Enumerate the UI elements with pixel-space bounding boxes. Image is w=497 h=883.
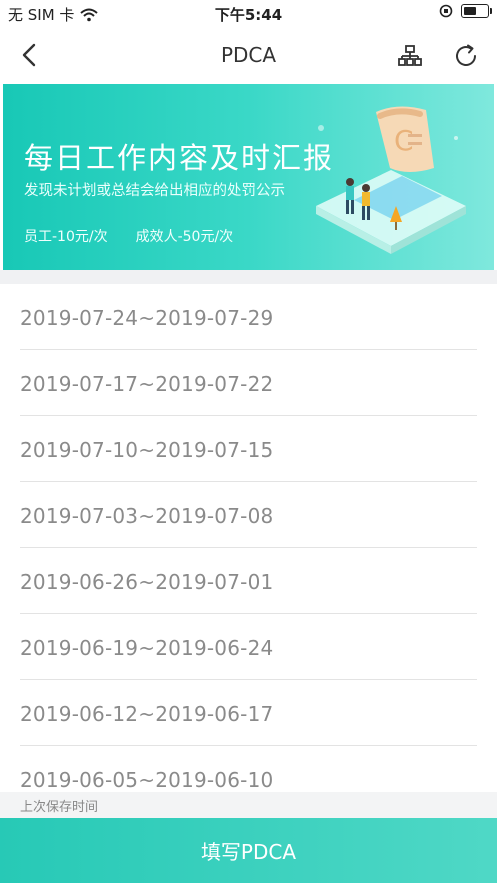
period-range: 2019-07-24~2019-07-29	[20, 306, 274, 330]
orientation-lock-icon	[439, 4, 453, 18]
status-bar: 无 SIM 卡 下午5:44	[0, 0, 497, 28]
list-item[interactable]: 2019-06-26~2019-07-01	[0, 548, 497, 614]
promo-banner: 每日工作内容及时汇报 发现未计划或总结会给出相应的处罚公示 员工-10元/次 成…	[3, 84, 494, 270]
period-list: 2019-07-24~2019-07-29 2019-07-17~2019-07…	[0, 284, 497, 792]
navigation-bar: PDCA	[0, 28, 497, 84]
list-item[interactable]: 2019-07-17~2019-07-22	[0, 350, 497, 416]
org-chart-button[interactable]	[395, 41, 425, 71]
last-saved-label: 上次保存时间	[20, 800, 99, 815]
period-range: 2019-07-17~2019-07-22	[20, 372, 274, 396]
status-right	[439, 4, 492, 18]
battery-icon	[461, 4, 492, 18]
period-range: 2019-06-12~2019-06-17	[20, 702, 274, 726]
staff-penalty: 员工-10元/次	[24, 229, 108, 245]
list-item[interactable]: 2019-07-24~2019-07-29	[0, 284, 497, 350]
list-item[interactable]: 2019-07-03~2019-07-08	[0, 482, 497, 548]
org-chart-icon	[398, 45, 422, 66]
status-time: 下午5:44	[214, 6, 283, 24]
banner-subtitle: 发现未计划或总结会给出相应的处罚公示	[24, 183, 285, 199]
period-range: 2019-06-19~2019-06-24	[20, 636, 274, 660]
period-range: 2019-06-05~2019-06-10	[20, 768, 274, 792]
report-illustration: C	[316, 106, 466, 254]
last-saved-bar: 上次保存时间	[0, 792, 497, 818]
banner-penalties: 员工-10元/次 成效人-50元/次	[24, 226, 233, 246]
period-range: 2019-07-10~2019-07-15	[20, 438, 274, 462]
period-range: 2019-06-26~2019-07-01	[20, 570, 274, 594]
fill-pdca-button[interactable]: 填写PDCA	[0, 818, 497, 883]
banner-title: 每日工作内容及时汇报	[24, 141, 335, 175]
svg-text:C: C	[394, 124, 414, 157]
period-range: 2019-07-03~2019-07-08	[20, 504, 274, 528]
effective-penalty: 成效人-50元/次	[135, 229, 234, 245]
list-item[interactable]: 2019-06-12~2019-06-17	[0, 680, 497, 746]
section-divider	[0, 270, 497, 284]
refresh-icon	[456, 44, 476, 66]
list-item[interactable]: 2019-06-05~2019-06-10	[0, 746, 497, 792]
list-item[interactable]: 2019-06-19~2019-06-24	[0, 614, 497, 680]
refresh-button[interactable]	[451, 41, 481, 71]
list-item[interactable]: 2019-07-10~2019-07-15	[0, 416, 497, 482]
